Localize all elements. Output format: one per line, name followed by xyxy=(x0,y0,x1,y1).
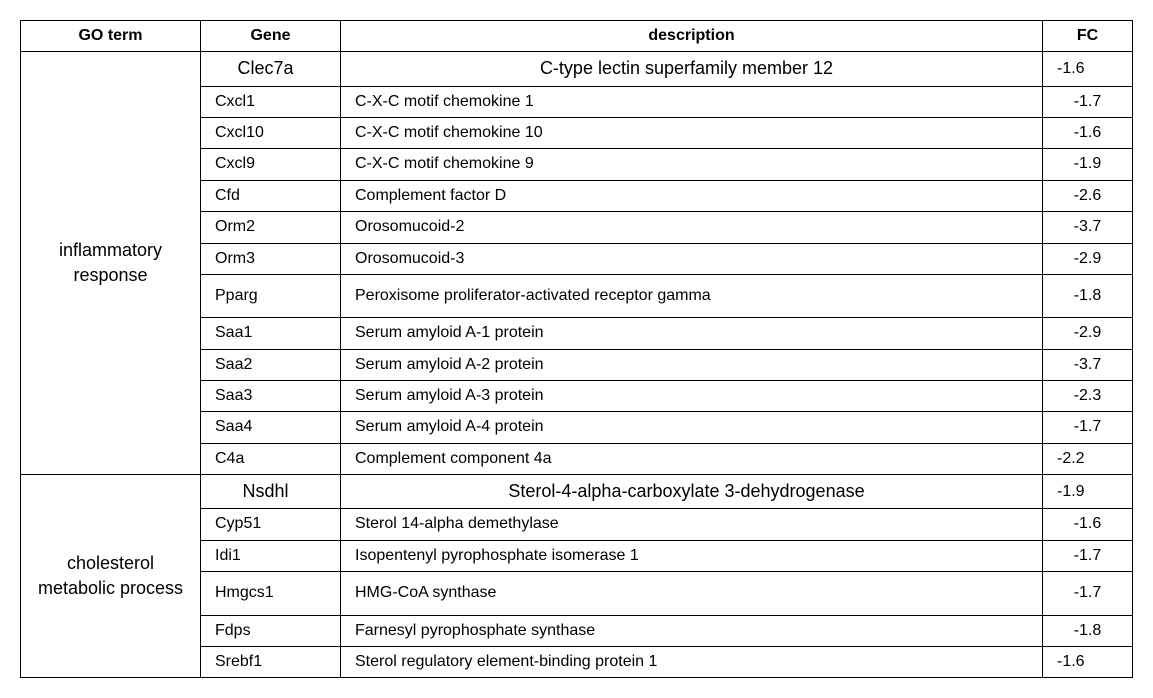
description-cell: Sterol-4-alpha-carboxylate 3-dehydrogena… xyxy=(341,475,1043,509)
fc-cell: -2.9 xyxy=(1043,243,1133,274)
fc-cell: -1.7 xyxy=(1043,540,1133,571)
fc-cell: -3.7 xyxy=(1043,212,1133,243)
fc-cell: -2.9 xyxy=(1043,318,1133,349)
description-cell: Serum amyloid A-3 protein xyxy=(341,381,1043,412)
gene-cell: Saa4 xyxy=(201,412,341,443)
fc-cell: -1.6 xyxy=(1043,509,1133,540)
fc-cell: -1.9 xyxy=(1043,475,1133,509)
gene-cell: Saa2 xyxy=(201,349,341,380)
description-cell: C-X-C motif chemokine 9 xyxy=(341,149,1043,180)
go-term-cell: inflammatory response xyxy=(21,52,201,475)
description-cell: Orosomucoid-2 xyxy=(341,212,1043,243)
header-go: GO term xyxy=(21,21,201,52)
description-cell: Sterol regulatory element-binding protei… xyxy=(341,647,1043,678)
description-cell: C-X-C motif chemokine 1 xyxy=(341,86,1043,117)
fc-cell: -1.8 xyxy=(1043,615,1133,646)
gene-cell: Orm2 xyxy=(201,212,341,243)
description-cell: Serum amyloid A-1 protein xyxy=(341,318,1043,349)
gene-cell: Saa1 xyxy=(201,318,341,349)
fc-cell: -2.3 xyxy=(1043,381,1133,412)
fc-cell: -1.6 xyxy=(1043,117,1133,148)
fc-cell: -3.7 xyxy=(1043,349,1133,380)
go-term-cell: cholesterol metabolic process xyxy=(21,475,201,678)
gene-cell: Hmgcs1 xyxy=(201,572,341,615)
table-row: inflammatory responseClec7aC-type lectin… xyxy=(21,52,1133,86)
gene-cell: Pparg xyxy=(201,274,341,317)
table-row: cholesterol metabolic processNsdhlSterol… xyxy=(21,475,1133,509)
description-cell: Farnesyl pyrophosphate synthase xyxy=(341,615,1043,646)
fc-cell: -2.2 xyxy=(1043,443,1133,474)
gene-cell: Fdps xyxy=(201,615,341,646)
description-cell: Serum amyloid A-2 protein xyxy=(341,349,1043,380)
gene-cell: Orm3 xyxy=(201,243,341,274)
gene-cell: Cxcl1 xyxy=(201,86,341,117)
header-row: GO term Gene description FC xyxy=(21,21,1133,52)
description-cell: Peroxisome proliferator-activated recept… xyxy=(341,274,1043,317)
fc-cell: -1.8 xyxy=(1043,274,1133,317)
go-gene-table: GO term Gene description FC inflammatory… xyxy=(20,20,1133,678)
fc-cell: -1.9 xyxy=(1043,149,1133,180)
header-fc: FC xyxy=(1043,21,1133,52)
description-cell: Orosomucoid-3 xyxy=(341,243,1043,274)
gene-cell: Nsdhl xyxy=(201,475,341,509)
fc-cell: -2.6 xyxy=(1043,180,1133,211)
description-cell: Isopentenyl pyrophosphate isomerase 1 xyxy=(341,540,1043,571)
description-cell: C-type lectin superfamily member 12 xyxy=(341,52,1043,86)
description-cell: Serum amyloid A-4 protein xyxy=(341,412,1043,443)
description-cell: C-X-C motif chemokine 10 xyxy=(341,117,1043,148)
fc-cell: -1.7 xyxy=(1043,86,1133,117)
description-cell: Complement factor D xyxy=(341,180,1043,211)
header-desc: description xyxy=(341,21,1043,52)
fc-cell: -1.7 xyxy=(1043,412,1133,443)
table-body: inflammatory responseClec7aC-type lectin… xyxy=(21,52,1133,678)
description-cell: Sterol 14-alpha demethylase xyxy=(341,509,1043,540)
header-gene: Gene xyxy=(201,21,341,52)
gene-cell: Cyp51 xyxy=(201,509,341,540)
gene-cell: Srebf1 xyxy=(201,647,341,678)
gene-cell: C4a xyxy=(201,443,341,474)
gene-cell: Cxcl10 xyxy=(201,117,341,148)
gene-cell: Cfd xyxy=(201,180,341,211)
gene-cell: Clec7a xyxy=(201,52,341,86)
description-cell: Complement component 4a xyxy=(341,443,1043,474)
gene-cell: Cxcl9 xyxy=(201,149,341,180)
gene-cell: Saa3 xyxy=(201,381,341,412)
gene-cell: Idi1 xyxy=(201,540,341,571)
description-cell: HMG-CoA synthase xyxy=(341,572,1043,615)
fc-cell: -1.7 xyxy=(1043,572,1133,615)
fc-cell: -1.6 xyxy=(1043,647,1133,678)
fc-cell: -1.6 xyxy=(1043,52,1133,86)
